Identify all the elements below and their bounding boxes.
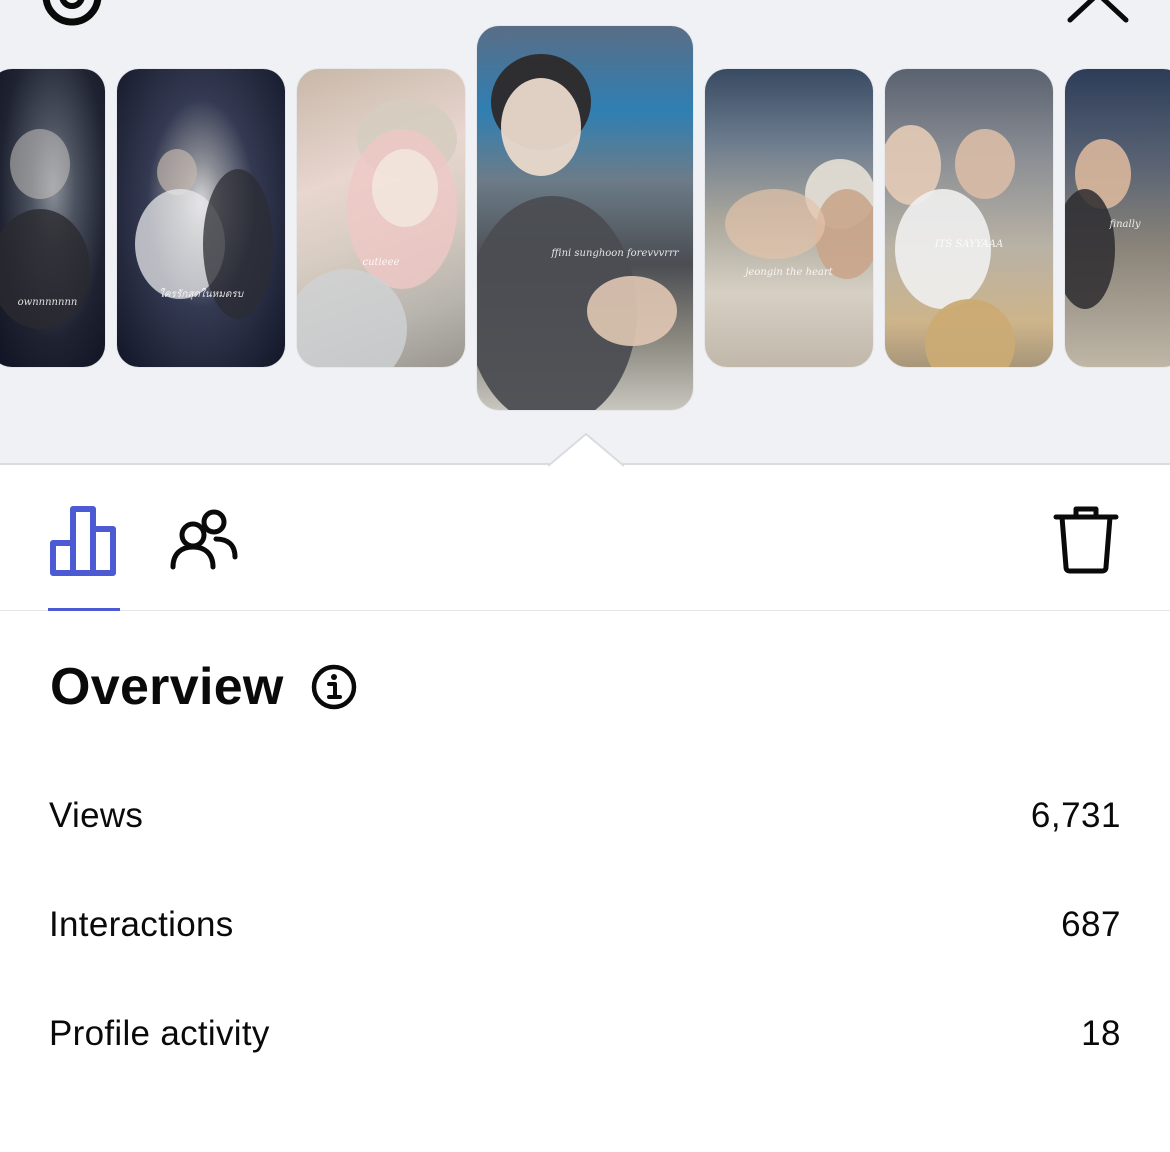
metric-label: Profile activity (49, 1014, 270, 1053)
story-thumbnail[interactable]: jeongin the heart (705, 69, 873, 367)
metric-row-views: Views 6,731 (49, 791, 1121, 841)
active-tab-indicator (48, 608, 120, 611)
story-thumbnail[interactable]: ITS SAYYAAA (885, 69, 1053, 367)
story-caption: jeongin the heart (745, 267, 833, 278)
close-icon[interactable] (1062, 0, 1134, 24)
story-thumbnail-selected[interactable]: ffini sunghoon forevvvrrr (477, 26, 693, 410)
story-thumbnail[interactable]: finally (1065, 69, 1170, 367)
info-icon[interactable] (310, 663, 358, 711)
trash-icon[interactable] (1052, 505, 1120, 575)
selected-pointer (548, 433, 624, 467)
story-thumbnail[interactable]: cutieee (297, 69, 465, 367)
story-thumbnail[interactable]: ownnnnnnn (0, 69, 105, 367)
metric-value: 18 (1081, 1014, 1121, 1053)
metric-label: Views (49, 796, 144, 835)
story-caption: ownnnnnnn (17, 297, 78, 308)
people-icon[interactable] (168, 509, 240, 573)
gear-icon[interactable] (36, 0, 108, 32)
overview-header: Overview (50, 652, 358, 722)
story-caption: ใครรักสุดในหมดรบ (158, 289, 244, 300)
story-strip: ownnnnnnn ใครรักสุดในหมดรบ cutieee ffini… (0, 0, 1170, 467)
bar-chart-icon[interactable] (48, 505, 120, 577)
story-thumbnail[interactable]: ใครรักสุดในหมดรบ (117, 69, 285, 367)
story-caption: finally (1109, 219, 1141, 230)
story-caption: ffini sunghoon forevvvrrr (551, 248, 679, 259)
page-title: Overview (50, 658, 284, 716)
metric-row-interactions: Interactions 687 (49, 900, 1121, 950)
metric-row-profile-activity: Profile activity 18 (49, 1009, 1121, 1059)
metric-label: Interactions (49, 905, 234, 944)
story-caption: cutieee (362, 257, 400, 268)
insights-tab-bar (0, 467, 1170, 611)
metric-value: 687 (1061, 905, 1121, 944)
metric-value: 6,731 (1030, 796, 1121, 835)
story-caption: ITS SAYYAAA (934, 239, 1004, 250)
